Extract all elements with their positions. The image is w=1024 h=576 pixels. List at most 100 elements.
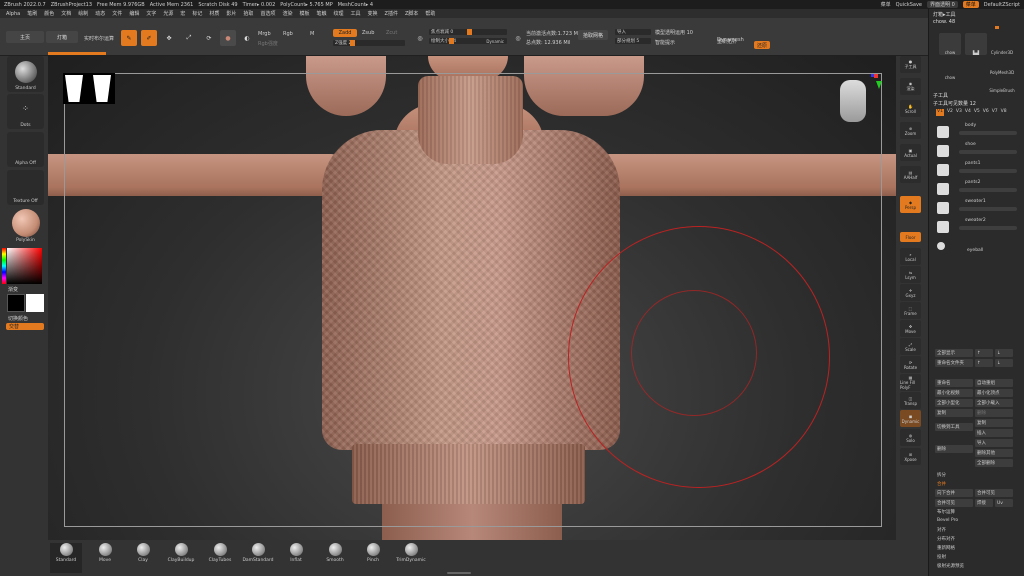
menu-item[interactable]: 材质	[209, 10, 219, 17]
edit-mode-button[interactable]: ✎	[121, 30, 137, 46]
color-mode-button[interactable]: ◐	[239, 30, 255, 46]
rename-button[interactable]: 重命名	[935, 379, 973, 387]
navigation-head-gizmo[interactable]	[840, 80, 866, 122]
xpose-button[interactable]: ⊞ Xpose	[900, 448, 921, 465]
spotlight-button[interactable]: 拾取网格	[578, 30, 608, 40]
menu-item[interactable]: Z脚本	[405, 10, 418, 17]
subtool-row-sweater1[interactable]: sweater1	[937, 199, 1021, 217]
m-button[interactable]: M	[310, 31, 314, 37]
scale-view-button[interactable]: ⤢ Scale	[900, 338, 921, 355]
lightbox-tool-header[interactable]: 灯箱▸工具	[933, 11, 956, 18]
menu-item[interactable]: 光源	[163, 10, 173, 17]
merge-menu[interactable]: 合并	[937, 481, 946, 487]
mrgb-button[interactable]: Mrgb	[258, 31, 271, 37]
subtool-header[interactable]: 子工具	[933, 92, 948, 99]
brush-slot[interactable]: Standard	[7, 56, 44, 92]
texture-slot[interactable]: Texture Off	[7, 170, 44, 205]
draw-size-slider[interactable]: 绘制大小 64 Dynamic	[429, 38, 507, 44]
material-swatch-button[interactable]: ●	[220, 30, 236, 46]
merge-visible-weld-button[interactable]: 合并可见	[935, 499, 973, 507]
tab-v2[interactable]: V2	[947, 109, 953, 116]
focal-shift-button[interactable]: ◎	[412, 30, 428, 46]
menu-item[interactable]: 编辑	[129, 10, 139, 17]
dynamesh-button[interactable]: Dynamesh	[717, 37, 744, 43]
menu-item[interactable]: 影片	[226, 10, 236, 17]
all-load-button[interactable]: 全部小载入	[975, 399, 1013, 407]
brush-damstandard[interactable]: DamStandard	[242, 543, 274, 573]
tool-chow-thumb[interactable]: chow	[939, 33, 961, 55]
move-mode-button[interactable]: ✥	[161, 30, 177, 46]
all-low-button[interactable]: 全部小型化	[935, 399, 973, 407]
distribute-menu[interactable]: 分布对齐	[937, 536, 955, 542]
brush-smooth[interactable]: Smooth	[319, 543, 351, 573]
alpha-slot[interactable]: Alpha Off	[7, 132, 44, 167]
z-intensity-slider[interactable]: Z强度 25	[333, 40, 405, 46]
restore-button[interactable]: 还原	[754, 41, 770, 49]
delete-disabled-button[interactable]: 删除	[975, 409, 1013, 417]
split-menu[interactable]: 拆分	[937, 472, 946, 478]
subtool-toggles[interactable]	[959, 207, 1017, 211]
frame-button[interactable]: ⬚ Frame	[900, 302, 921, 319]
draw-mode-button[interactable]: ✐	[141, 30, 157, 46]
focal-shift-slider[interactable]: 焦点衰减 0	[429, 29, 507, 35]
menu-item[interactable]: 笔刷	[27, 10, 37, 17]
menu-toggle-button[interactable]: 菜单	[962, 1, 979, 8]
tool-chow-small[interactable]: chow	[939, 58, 961, 80]
secondary-color-swatch[interactable]	[26, 294, 44, 312]
menu-item[interactable]: 绘制	[78, 10, 88, 17]
subtool-toggles[interactable]	[959, 226, 1017, 230]
menu-item[interactable]: 渲染	[282, 10, 292, 17]
tab-v1[interactable]: V1	[936, 109, 944, 116]
gradient-label[interactable]: 渐变	[8, 286, 18, 293]
switch-to-tool-button[interactable]: 切换到工具	[935, 423, 973, 431]
menu-item[interactable]: Alpha	[6, 11, 20, 17]
move-up-button[interactable]: ↑	[975, 349, 993, 357]
delete-others-button[interactable]: 删除其他	[975, 449, 1013, 457]
project-menu[interactable]: 投射	[937, 554, 946, 560]
navigator-thumbnail[interactable]	[63, 73, 115, 104]
model-opacity-slider[interactable]: 模型透明运用 10	[655, 29, 693, 36]
zsub-button[interactable]: Zsub	[362, 30, 374, 36]
lightbox-button[interactable]: 灯箱	[46, 31, 78, 43]
local-button[interactable]: ⌕ Local	[900, 248, 921, 265]
boolean-menu[interactable]: 布尔运算	[937, 509, 955, 515]
merge-visible-button[interactable]: 合并可见	[975, 489, 1013, 497]
menu-item[interactable]: 首选项	[260, 10, 275, 17]
move-down-button[interactable]: ↓	[995, 349, 1013, 357]
menu-item[interactable]: 标记	[192, 10, 202, 17]
tab-v6[interactable]: V6	[983, 109, 989, 116]
smart-hide-button[interactable]: 智能提示	[655, 39, 675, 46]
ui-transparency-slider[interactable]: 界面透明 0	[927, 1, 958, 8]
menu-item[interactable]: Z插件	[385, 10, 398, 17]
actual-button[interactable]: ▣ Actual	[900, 144, 921, 161]
subtool-row-pants1[interactable]: pants1	[937, 161, 1021, 179]
canvas-viewport[interactable]	[48, 56, 896, 540]
subtool-toggles[interactable]	[959, 188, 1017, 192]
axis-gizmo[interactable]	[871, 74, 882, 89]
zadd-button[interactable]: Zadd	[333, 29, 357, 37]
weld-toggle[interactable]: 焊接	[975, 499, 993, 507]
rotate-view-button[interactable]: ⟳ Rotate	[900, 356, 921, 373]
subtool-row-eyeball[interactable]: eyeball	[937, 239, 1021, 257]
tab-v5[interactable]: V5	[974, 109, 980, 116]
home-button[interactable]: 主页	[6, 31, 44, 43]
persp-button[interactable]: ◆ Persp	[900, 196, 921, 213]
subtool-toggles[interactable]	[959, 169, 1017, 173]
brush-pinch[interactable]: Pinch	[357, 543, 389, 573]
import-subtool-button[interactable]: 导入	[975, 439, 1013, 447]
brush-claybuildup[interactable]: ClayBuildup	[165, 543, 197, 573]
menu-item[interactable]: 动态	[95, 10, 105, 17]
menu-item[interactable]: 拾取	[243, 10, 253, 17]
main-color-swatch[interactable]	[7, 294, 25, 312]
alternate-button[interactable]: 交替	[6, 323, 44, 330]
menu-item[interactable]: 颜色	[44, 10, 54, 17]
transp-button[interactable]: ◫ Transp	[900, 392, 921, 409]
uv-toggle[interactable]: Uv	[995, 499, 1013, 507]
scroll-button[interactable]: ✋ Scroll	[900, 100, 921, 117]
solo-button[interactable]: ◍ Solo	[900, 429, 921, 446]
delete-all-button[interactable]: 全部删除	[975, 459, 1013, 467]
split-slider[interactable]: 部分规划 5	[615, 38, 651, 44]
tab-v8[interactable]: V8	[1001, 109, 1007, 116]
subtool-row-body[interactable]: body	[937, 123, 1021, 141]
dynamic-toggle[interactable]: Dynamic	[486, 39, 504, 44]
